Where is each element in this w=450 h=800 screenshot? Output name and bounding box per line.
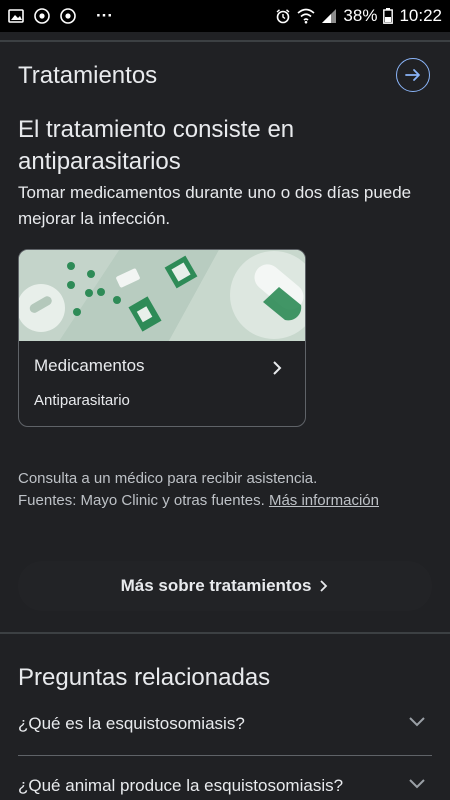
pills-illustration [19,250,305,341]
sources-line: Fuentes: Mayo Clinic y otras fuentes. Má… [18,490,438,512]
medication-card[interactable]: Medicamentos Antiparasitario [18,249,306,427]
faq-question: ¿Qué es la esquistosomiasis? [18,714,245,733]
faq-item[interactable]: ¿Qué animal produce la esquistosomiasis? [18,763,432,800]
chevron-right-icon [320,580,328,592]
section-title: Tratamientos [18,62,158,89]
status-bar: ··· 38% 10:22 [0,0,450,32]
treatment-headline: El tratamiento consiste en antiparasitar… [18,116,295,175]
card-title: Medicamentos [34,356,145,375]
chevron-down-icon [409,717,425,727]
faq-question: ¿Qué animal produce la esquistosomiasis? [18,776,344,795]
faq-item[interactable]: ¿Qué es la esquistosomiasis? [18,701,432,747]
section-divider [0,632,450,634]
chrome-icon [34,8,50,24]
image-icon [8,9,24,23]
chevron-right-icon [273,361,282,375]
top-divider [0,40,450,42]
battery-icon [383,8,394,24]
card-subtitle: Antiparasitario [34,392,130,409]
clock: 10:22 [399,6,442,25]
disclaimer-note: Consulta a un médico para recibir asiste… [18,468,438,512]
battery-percent: 38% [343,6,378,25]
more-info-link[interactable]: Más información [269,492,379,509]
sources-text: Fuentes: Mayo Clinic y otras fuentes. [18,492,265,509]
medication-illustration [19,250,305,341]
signal-icon [322,9,337,23]
disclaimer-text: Consulta a un médico para recibir asiste… [18,470,318,487]
more-notifications-indicator: ··· [96,6,113,25]
chrome-icon [60,8,76,24]
faq-divider [18,755,432,756]
treatment-description: Tomar medicamentos durante uno o dos día… [18,183,412,228]
alarm-icon [276,9,290,24]
open-treatments-button[interactable] [396,58,430,92]
chevron-down-icon [409,779,425,789]
wifi-icon [297,8,315,24]
arrow-right-icon [405,69,420,81]
more-treatments-label: Más sobre tratamientos [120,576,312,595]
related-questions-title: Preguntas relacionadas [18,664,271,691]
more-treatments-button[interactable]: Más sobre tratamientos [18,561,432,611]
